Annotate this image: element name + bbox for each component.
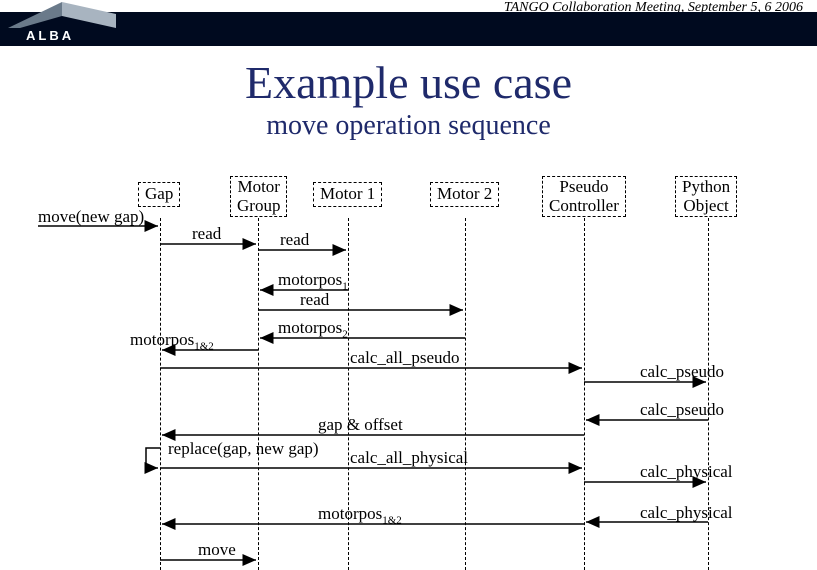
logo-text: ALBA	[26, 28, 74, 43]
sequence-diagram: Gap Motor Group Motor 1 Motor 2 Pseudo C…	[0, 170, 817, 570]
page-title: Example use case	[0, 56, 817, 109]
alba-logo: ALBA	[8, 0, 128, 46]
page-subtitle: move operation sequence	[0, 110, 817, 142]
arrows-layer	[0, 170, 817, 570]
